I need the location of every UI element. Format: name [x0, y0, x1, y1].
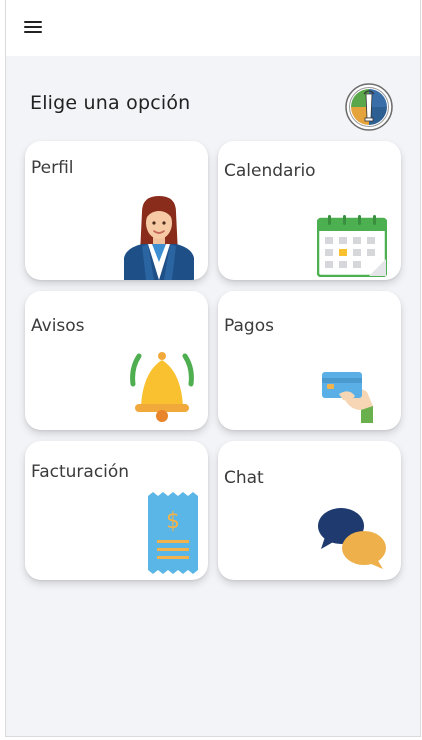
option-card-chat[interactable]: Chat: [218, 441, 401, 580]
option-label: Perfil: [31, 158, 74, 178]
option-label: Calendario: [224, 161, 316, 181]
chat-bubbles-icon: [318, 508, 386, 569]
invoice-receipt-icon: $: [148, 492, 198, 574]
hamburger-menu-icon[interactable]: [24, 20, 44, 36]
option-label: Chat: [224, 468, 264, 488]
option-card-perfil[interactable]: Perfil: [25, 141, 208, 280]
app-frame: Elige una opción Perfil Calendario Aviso…: [5, 0, 421, 737]
option-label: Facturación: [31, 462, 130, 482]
page-title: Elige una opción: [30, 92, 191, 114]
option-label: Pagos: [224, 316, 274, 336]
option-card-avisos[interactable]: Avisos: [25, 291, 208, 430]
option-card-calendario[interactable]: Calendario: [218, 141, 401, 280]
option-card-pagos[interactable]: Pagos: [218, 291, 401, 430]
profile-avatar-icon: [124, 196, 194, 280]
top-app-bar: [6, 0, 420, 56]
calendar-icon: [317, 215, 387, 277]
option-card-facturacion[interactable]: Facturación $: [25, 441, 208, 580]
credit-card-icon: [322, 372, 373, 423]
bell-icon: [130, 352, 194, 422]
option-label: Avisos: [31, 316, 85, 336]
svg-text:$: $: [166, 509, 180, 534]
institution-logo-icon: [345, 83, 393, 131]
